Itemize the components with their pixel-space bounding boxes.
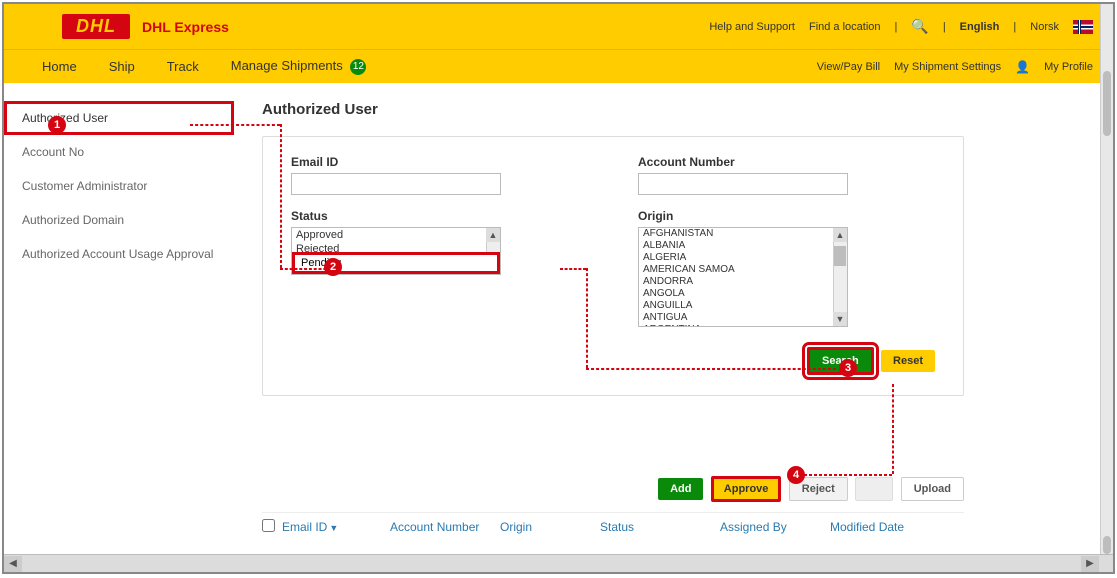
divider: |	[895, 21, 898, 33]
origin-option[interactable]: AFGHANISTAN	[639, 228, 847, 240]
flag-norway-icon	[1073, 20, 1093, 34]
table-header: Email ID▼ Account Number Origin Status A…	[262, 512, 964, 535]
vertical-scrollbar-thumb[interactable]	[1103, 71, 1111, 136]
column-assigned-by[interactable]: Assigned By	[720, 520, 830, 534]
sidebar-item-authorized-domain[interactable]: Authorized Domain	[4, 203, 234, 237]
approve-button[interactable]: Approve	[711, 476, 782, 502]
account-number-label: Account Number	[638, 155, 935, 169]
brand-name: DHL Express	[142, 19, 229, 35]
horizontal-scrollbar[interactable]: ◀ ▶	[4, 554, 1113, 572]
divider: |	[943, 21, 946, 33]
column-status[interactable]: Status	[600, 520, 720, 534]
main-nav: Home Ship Track Manage Shipments 12 View…	[4, 49, 1113, 83]
account-number-field[interactable]	[638, 173, 848, 195]
origin-option[interactable]: ANGOLA	[639, 288, 847, 300]
sidebar-item-customer-admin[interactable]: Customer Administrator	[4, 169, 234, 203]
add-button[interactable]: Add	[658, 478, 703, 500]
sort-icon: ▼	[329, 523, 338, 533]
origin-select[interactable]: AFGHANISTAN ALBANIA ALGERIA AMERICAN SAM…	[638, 227, 848, 327]
find-location-link[interactable]: Find a location	[809, 21, 881, 33]
status-option-rejected[interactable]: Rejected	[292, 242, 500, 252]
sidebar: Authorized User Account No Customer Admi…	[4, 83, 234, 554]
scroll-up-icon[interactable]: ▲	[833, 228, 847, 242]
language-english[interactable]: English	[960, 21, 1000, 33]
nav-manage-label: Manage Shipments	[231, 58, 343, 73]
origin-option[interactable]: ALGERIA	[639, 252, 847, 264]
origin-label: Origin	[638, 209, 935, 223]
email-field[interactable]	[291, 173, 501, 195]
status-option-pending[interactable]: Pending	[292, 252, 500, 274]
scroll-right-icon[interactable]: ▶	[1081, 556, 1099, 572]
sidebar-item-authorized-user[interactable]: Authorized User	[4, 101, 234, 135]
upload-button[interactable]: Upload	[901, 477, 964, 501]
column-modified-date[interactable]: Modified Date	[830, 520, 940, 534]
scroll-up-icon[interactable]: ▲	[486, 228, 500, 242]
language-norsk[interactable]: Norsk	[1030, 21, 1059, 33]
search-panel: Email ID Account Number Status Approved …	[262, 136, 964, 396]
app-header: DHL DHL Express Help and Support Find a …	[4, 4, 1113, 49]
vertical-scrollbar-thumb[interactable]	[1103, 536, 1111, 554]
logo: DHL	[62, 14, 130, 39]
scroll-left-icon[interactable]: ◀	[4, 556, 22, 572]
annotation-callout-3: 3	[839, 359, 857, 377]
action-bar: Add Approve Reject Upload	[262, 476, 964, 502]
column-email[interactable]: Email ID▼	[282, 520, 390, 534]
column-account-number[interactable]: Account Number	[390, 520, 500, 534]
annotation-callout-4: 4	[787, 466, 805, 484]
nav-shipment-settings[interactable]: My Shipment Settings	[894, 61, 1001, 73]
status-label: Status	[291, 209, 588, 223]
reset-button[interactable]: Reset	[881, 350, 935, 372]
nav-ship[interactable]: Ship	[109, 59, 135, 74]
email-label: Email ID	[291, 155, 588, 169]
search-icon[interactable]: 🔍	[911, 18, 928, 35]
divider: |	[1013, 21, 1016, 33]
nav-track[interactable]: Track	[167, 59, 199, 74]
nav-view-pay-bill[interactable]: View/Pay Bill	[817, 61, 880, 73]
column-origin[interactable]: Origin	[500, 520, 600, 534]
select-all-checkbox[interactable]	[262, 519, 282, 535]
main-content: Authorized User Email ID Account Number …	[234, 83, 994, 554]
profile-icon: 👤	[1015, 60, 1030, 74]
origin-option[interactable]: AMERICAN SAMOA	[639, 264, 847, 276]
annotation-callout-2: 2	[324, 258, 342, 276]
nav-home[interactable]: Home	[42, 59, 77, 74]
nav-my-profile[interactable]: My Profile	[1044, 61, 1093, 73]
status-option-approved[interactable]: Approved	[292, 228, 500, 242]
nav-manage-shipments[interactable]: Manage Shipments 12	[231, 58, 367, 75]
column-label: Email ID	[282, 520, 327, 534]
origin-option[interactable]: ANTIGUA	[639, 312, 847, 324]
sidebar-item-account-usage-approval[interactable]: Authorized Account Usage Approval	[4, 237, 234, 271]
origin-option[interactable]: ALBANIA	[639, 240, 847, 252]
annotation-callout-1: 1	[48, 116, 66, 134]
sidebar-item-account-no[interactable]: Account No	[4, 135, 234, 169]
page-title: Authorized User	[262, 101, 964, 118]
origin-option[interactable]: ANDORRA	[639, 276, 847, 288]
origin-option[interactable]: ANGUILLA	[639, 300, 847, 312]
origin-option[interactable]: ARGENTINA	[639, 324, 847, 327]
help-link[interactable]: Help and Support	[709, 21, 795, 33]
disabled-button	[855, 477, 893, 501]
scrollbar-thumb[interactable]	[834, 246, 846, 266]
notification-badge: 12	[350, 59, 366, 75]
scroll-down-icon[interactable]: ▼	[833, 312, 847, 326]
